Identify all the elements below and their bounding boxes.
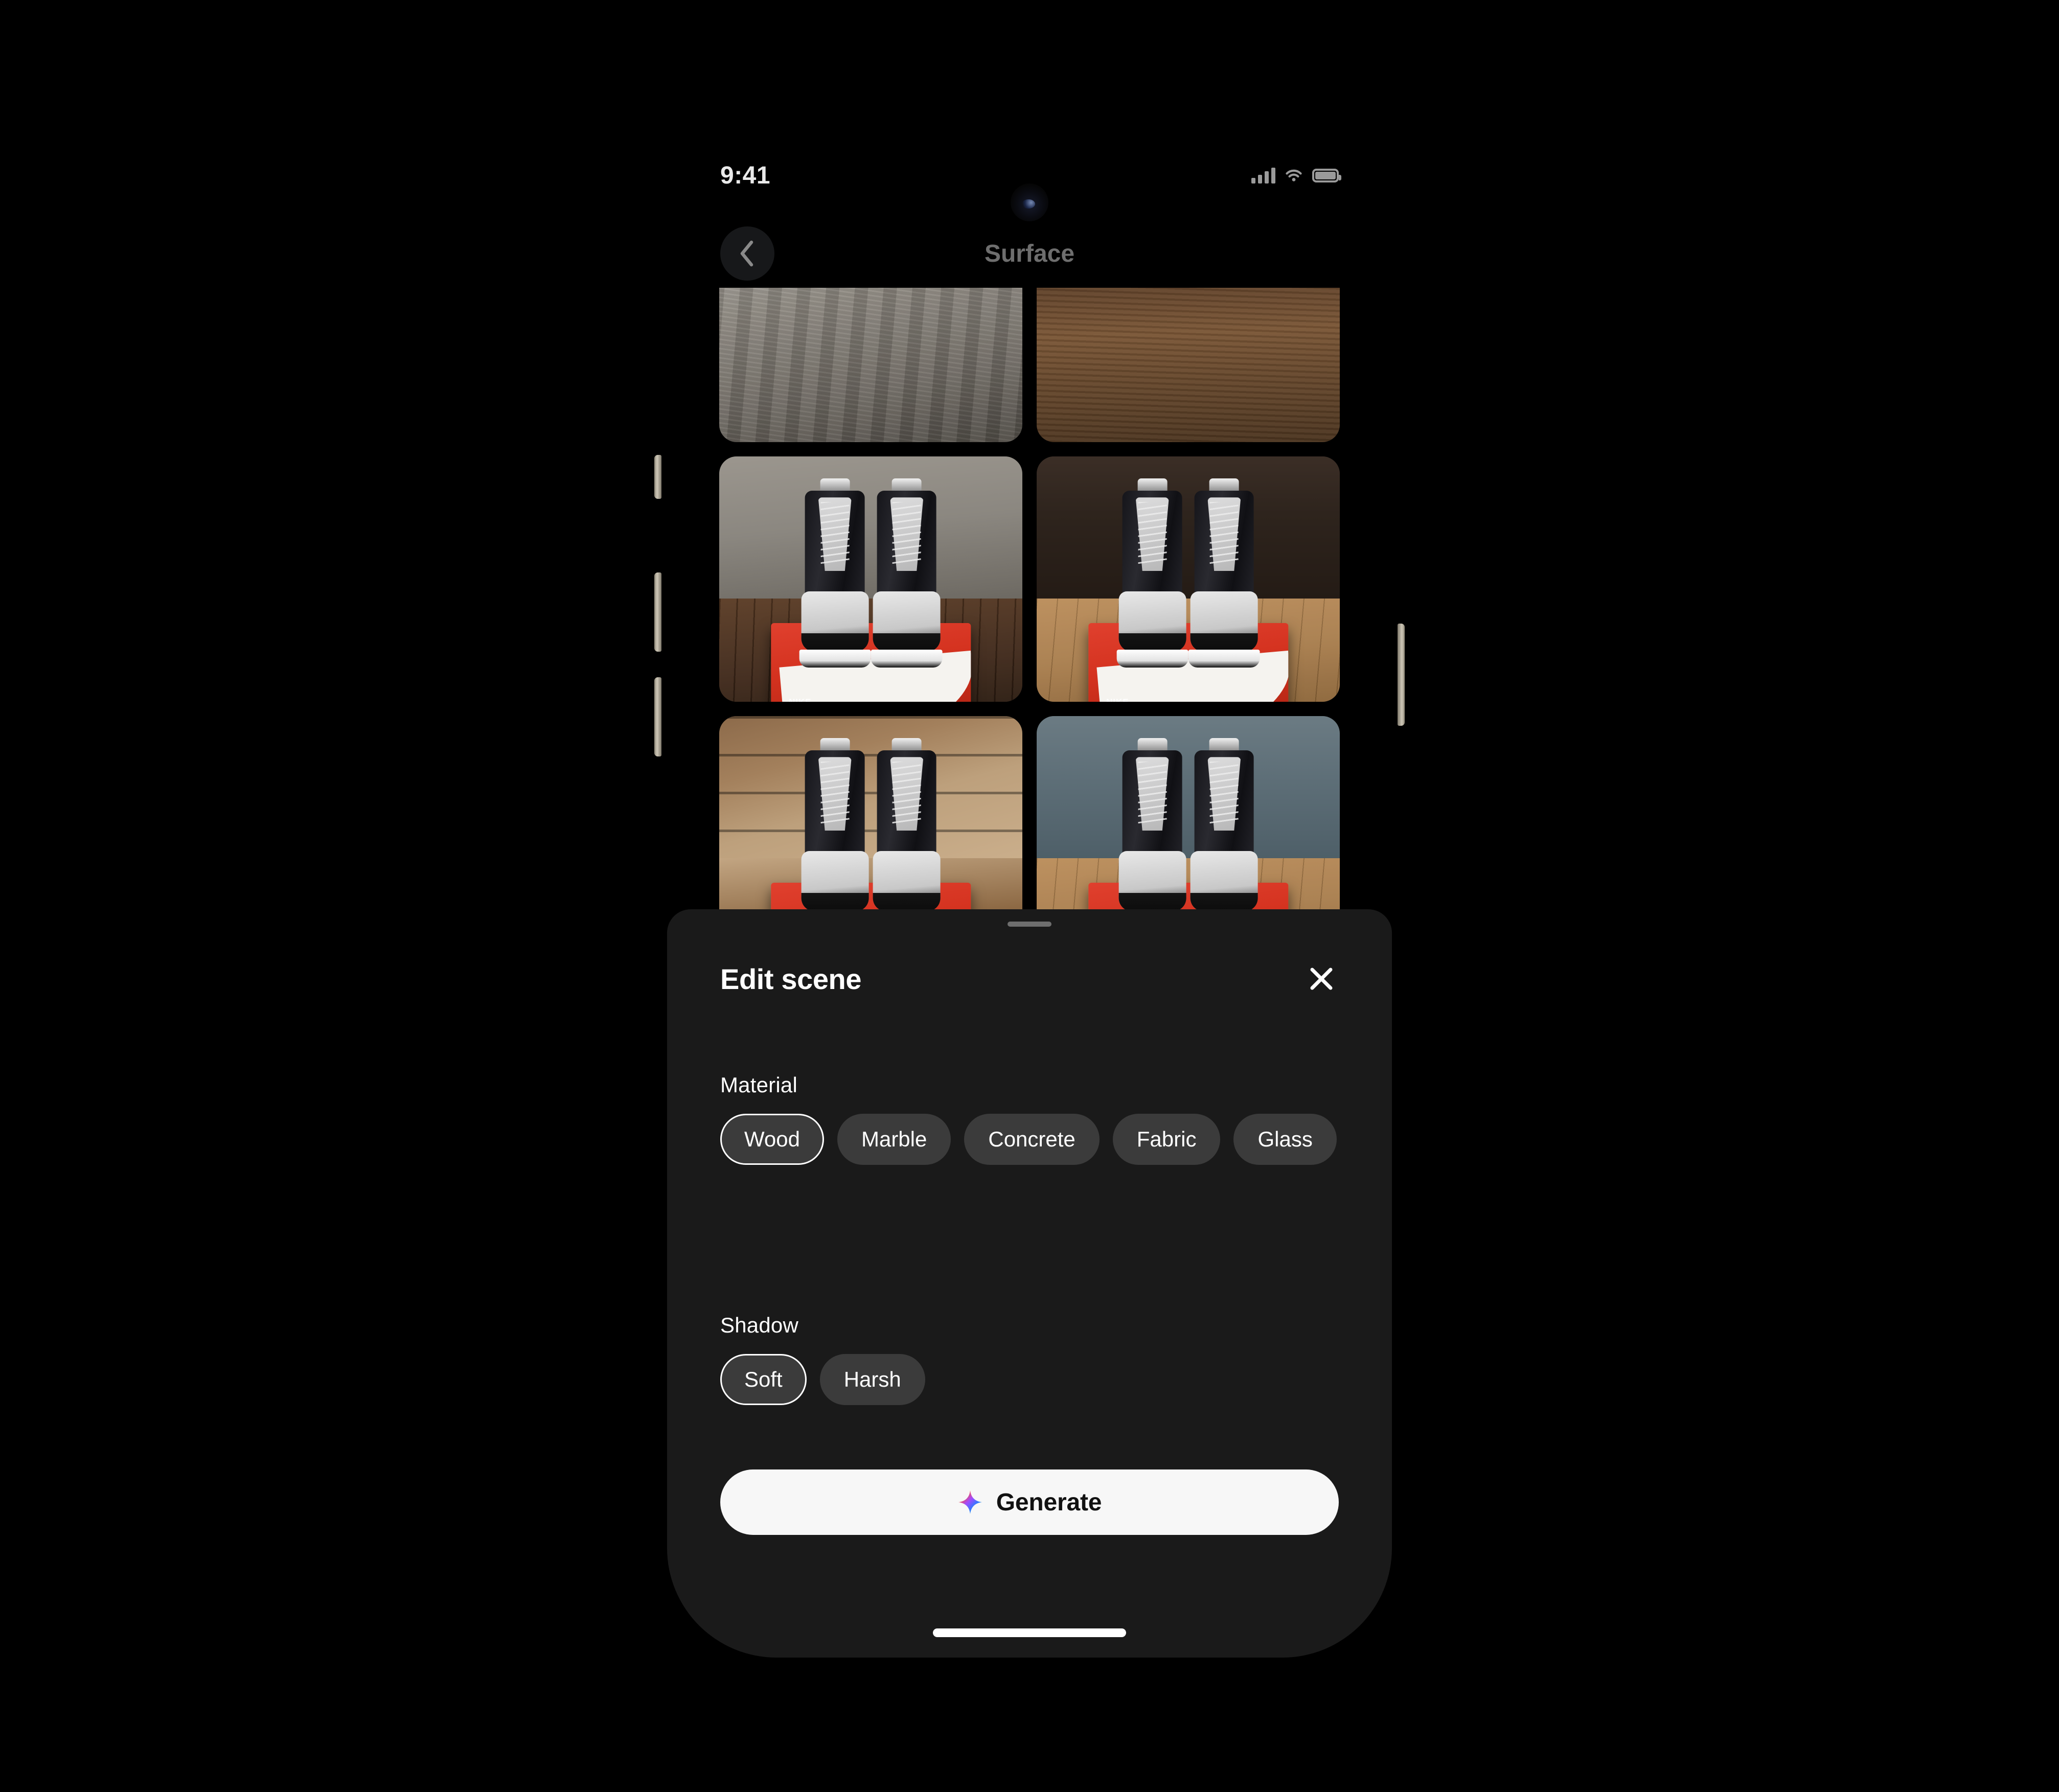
power-button[interactable]	[1398, 624, 1405, 726]
sheet-title: Edit scene	[720, 962, 862, 995]
shadow-chip-harsh[interactable]: Harsh	[819, 1354, 925, 1405]
sheet-drag-handle[interactable]	[1008, 922, 1051, 927]
dynamic-island-camera	[1011, 183, 1048, 221]
home-indicator[interactable]	[933, 1628, 1126, 1637]
grid-tile-2[interactable]	[1037, 288, 1340, 442]
section-shadow: Shadow Soft Harsh	[720, 1313, 1339, 1405]
action-button[interactable]	[654, 455, 661, 499]
material-chip-concrete[interactable]: Concrete	[964, 1114, 1100, 1165]
page-title: Surface	[984, 240, 1075, 267]
grid-tile-1[interactable]	[719, 288, 1022, 442]
nav-bar: Surface	[667, 220, 1392, 287]
wifi-icon	[1286, 169, 1302, 181]
sneaker-pair	[799, 738, 943, 927]
section-label-material: Material	[720, 1073, 797, 1097]
generate-button[interactable]: Generate	[720, 1469, 1339, 1535]
volume-up-button[interactable]	[654, 572, 661, 652]
scene-preview: NIKE	[719, 456, 1022, 702]
section-label-shadow: Shadow	[720, 1313, 798, 1337]
material-chip-marble[interactable]: Marble	[837, 1114, 951, 1165]
close-icon	[1310, 968, 1333, 990]
sparkle-icon	[958, 1490, 982, 1514]
status-time: 9:41	[720, 162, 771, 189]
section-material: Material Wood Marble Concrete Fabric Gla…	[720, 1073, 1339, 1165]
sneaker-pair	[799, 478, 943, 668]
screenshot-stage: NIKE NIKE	[0, 0, 2059, 1792]
edit-scene-sheet: Edit scene Material Wood Marble Concrete…	[667, 909, 1392, 1658]
material-chip-fabric[interactable]: Fabric	[1112, 1114, 1221, 1165]
sheet-header: Edit scene	[667, 943, 1392, 1015]
material-chip-wood[interactable]: Wood	[720, 1114, 824, 1165]
battery-icon	[1312, 168, 1341, 182]
volume-down-button[interactable]	[654, 677, 661, 756]
close-button[interactable]	[1297, 954, 1346, 1003]
phone-screen: NIKE NIKE	[667, 134, 1392, 1658]
status-icons	[1251, 167, 1341, 183]
shadow-chip-soft[interactable]: Soft	[720, 1354, 807, 1405]
scene-preview: NIKE	[1037, 456, 1340, 702]
grid-tile-4[interactable]: NIKE	[1037, 456, 1340, 702]
sneaker-pair	[1116, 478, 1260, 668]
signal-bars-icon	[1251, 167, 1275, 183]
material-chip-glass[interactable]: Glass	[1233, 1114, 1337, 1165]
sneaker-pair	[1116, 738, 1260, 927]
generate-label: Generate	[996, 1488, 1102, 1516]
material-chip-group: Wood Marble Concrete Fabric Glass	[720, 1114, 1339, 1165]
grid-tile-3[interactable]: NIKE	[719, 456, 1022, 702]
shadow-chip-group: Soft Harsh	[720, 1354, 1339, 1405]
